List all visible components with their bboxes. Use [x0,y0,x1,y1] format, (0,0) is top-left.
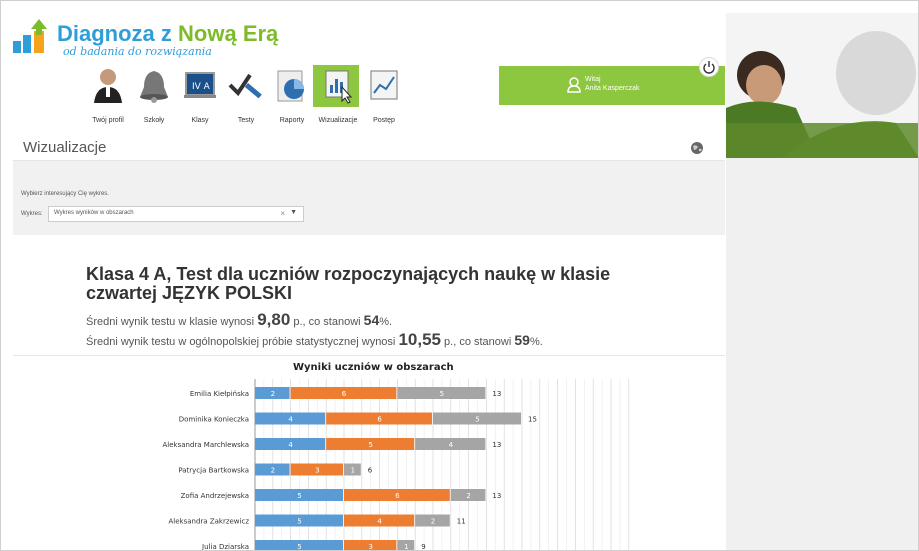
logo-title: Diagnoza z Nową Erą [57,21,279,46]
report-title: Klasa 4 A, Test dla uczniów rozpoczynają… [86,264,611,303]
segment-value-label: 4 [449,441,454,449]
segment-value-label: 1 [351,467,355,475]
category-label: Zofia Andrzejewska [181,492,249,500]
user-icon [567,77,581,93]
total-value-label: 13 [492,441,501,449]
total-value-label: 11 [457,518,466,526]
greeting-text: Witaj [585,76,601,83]
segment-value-label: 4 [288,416,293,424]
nav-item-tests[interactable]: Testy [223,65,269,124]
nav-label: Klasy [191,117,209,124]
class-average-stat: Średni wynik testu w klasie wynosi 9,80 … [86,310,393,329]
segment-value-label: 6 [395,492,400,500]
logo-bars-icon [13,19,47,53]
segment-value-label: 5 [475,416,479,424]
category-label: Aleksandra Marchlewska [163,441,250,449]
app-frame: Diagnoza z Nową Erą od badania do rozwią… [0,0,919,551]
segment-value-label: 5 [297,492,301,500]
check-pen-icon [228,73,262,99]
students-photo [726,13,918,158]
national-average-stat: Średni wynik testu w ogólnopolskiej prób… [86,330,543,349]
nav-label: Twój profil [92,117,124,124]
page-title: Wizualizacje [23,139,107,156]
nav-item-visualizations[interactable]: Wizualizacje [313,65,361,124]
results-chart: Emilia Kiełpińska 2 6 5 13Dominika Konieczka… [163,379,630,551]
filter-label: Wykres: [21,211,43,217]
category-label: Dominika Konieczka [179,416,249,424]
class-board-icon: IV A [184,72,216,98]
total-value-label: 13 [492,492,501,500]
filter-hint: Wybierz interesujący Cię wykres. [21,191,109,197]
total-value-label: 6 [368,467,373,475]
category-label: Aleksandra Zakrzewicz [169,518,250,526]
right-sidebar [726,158,918,550]
nav-item-classes[interactable]: IV A Klasy [177,65,223,124]
chart-select[interactable]: Wykres wyników w obszarach × ▼ [48,206,304,222]
segment-value-label: 6 [377,416,382,424]
nav-label: Postęp [373,117,395,124]
power-icon[interactable] [699,57,719,77]
segment-value-label: 5 [297,518,301,526]
chart-title: Wyniki uczniów w obszarach [293,362,454,373]
total-value-label: 13 [492,390,501,398]
category-label: Julia Dziarska [201,543,249,551]
nav-item-schools[interactable]: Szkoły [131,65,177,124]
svg-text:IV A: IV A [192,82,211,92]
total-value-label: 9 [421,543,425,551]
user-greeting[interactable]: Witaj Anita Kasperczak [585,75,639,93]
segment-value-label: 4 [377,518,382,526]
nav-item-progress[interactable]: Postęp [361,65,407,124]
person-icon [94,69,122,103]
pie-report-icon [277,70,304,102]
segment-value-label: 1 [404,543,408,551]
user-name: Anita Kasperczak [585,85,640,92]
segment-value-label: 2 [466,492,470,500]
nav-item-reports[interactable]: Raporty [269,65,315,124]
nav-label: Szkoły [143,117,165,124]
segment-value-label: 2 [271,467,275,475]
category-label: Patrycja Bartkowska [178,467,249,475]
nav-label: Wizualizacje [318,117,358,124]
header-photo [726,13,918,158]
nav-label: Testy [237,117,255,124]
filter-panel: Wybierz interesujący Cię wykres. Wykres:… [13,161,725,235]
segment-value-label: 3 [368,543,372,551]
line-chart-icon [370,70,398,100]
dropdown-arrow-icon[interactable]: ▼ [290,209,297,216]
segment-value-label: 5 [368,441,372,449]
section-divider [13,355,725,356]
chart-cursor-icon [325,70,353,104]
total-value-label: 15 [528,416,537,424]
bell-icon [140,71,168,103]
nav-item-profile[interactable]: Twój profil [85,65,131,124]
segment-value-label: 4 [288,441,293,449]
segment-value-label: 5 [297,543,301,551]
clear-selection-icon[interactable]: × [280,209,285,218]
chart-select-value: Wykres wyników w obszarach [54,210,134,216]
segment-value-label: 3 [315,467,319,475]
logo-subtitle: od badania do rozwiązania [63,45,212,58]
segment-value-label: 2 [271,390,275,398]
segment-value-label: 5 [440,390,444,398]
segment-value-label: 2 [431,518,435,526]
globe-icon[interactable] [690,141,704,155]
category-label: Emilia Kiełpińska [190,390,249,398]
segment-value-label: 6 [342,390,347,398]
nav-label: Raporty [279,117,305,124]
